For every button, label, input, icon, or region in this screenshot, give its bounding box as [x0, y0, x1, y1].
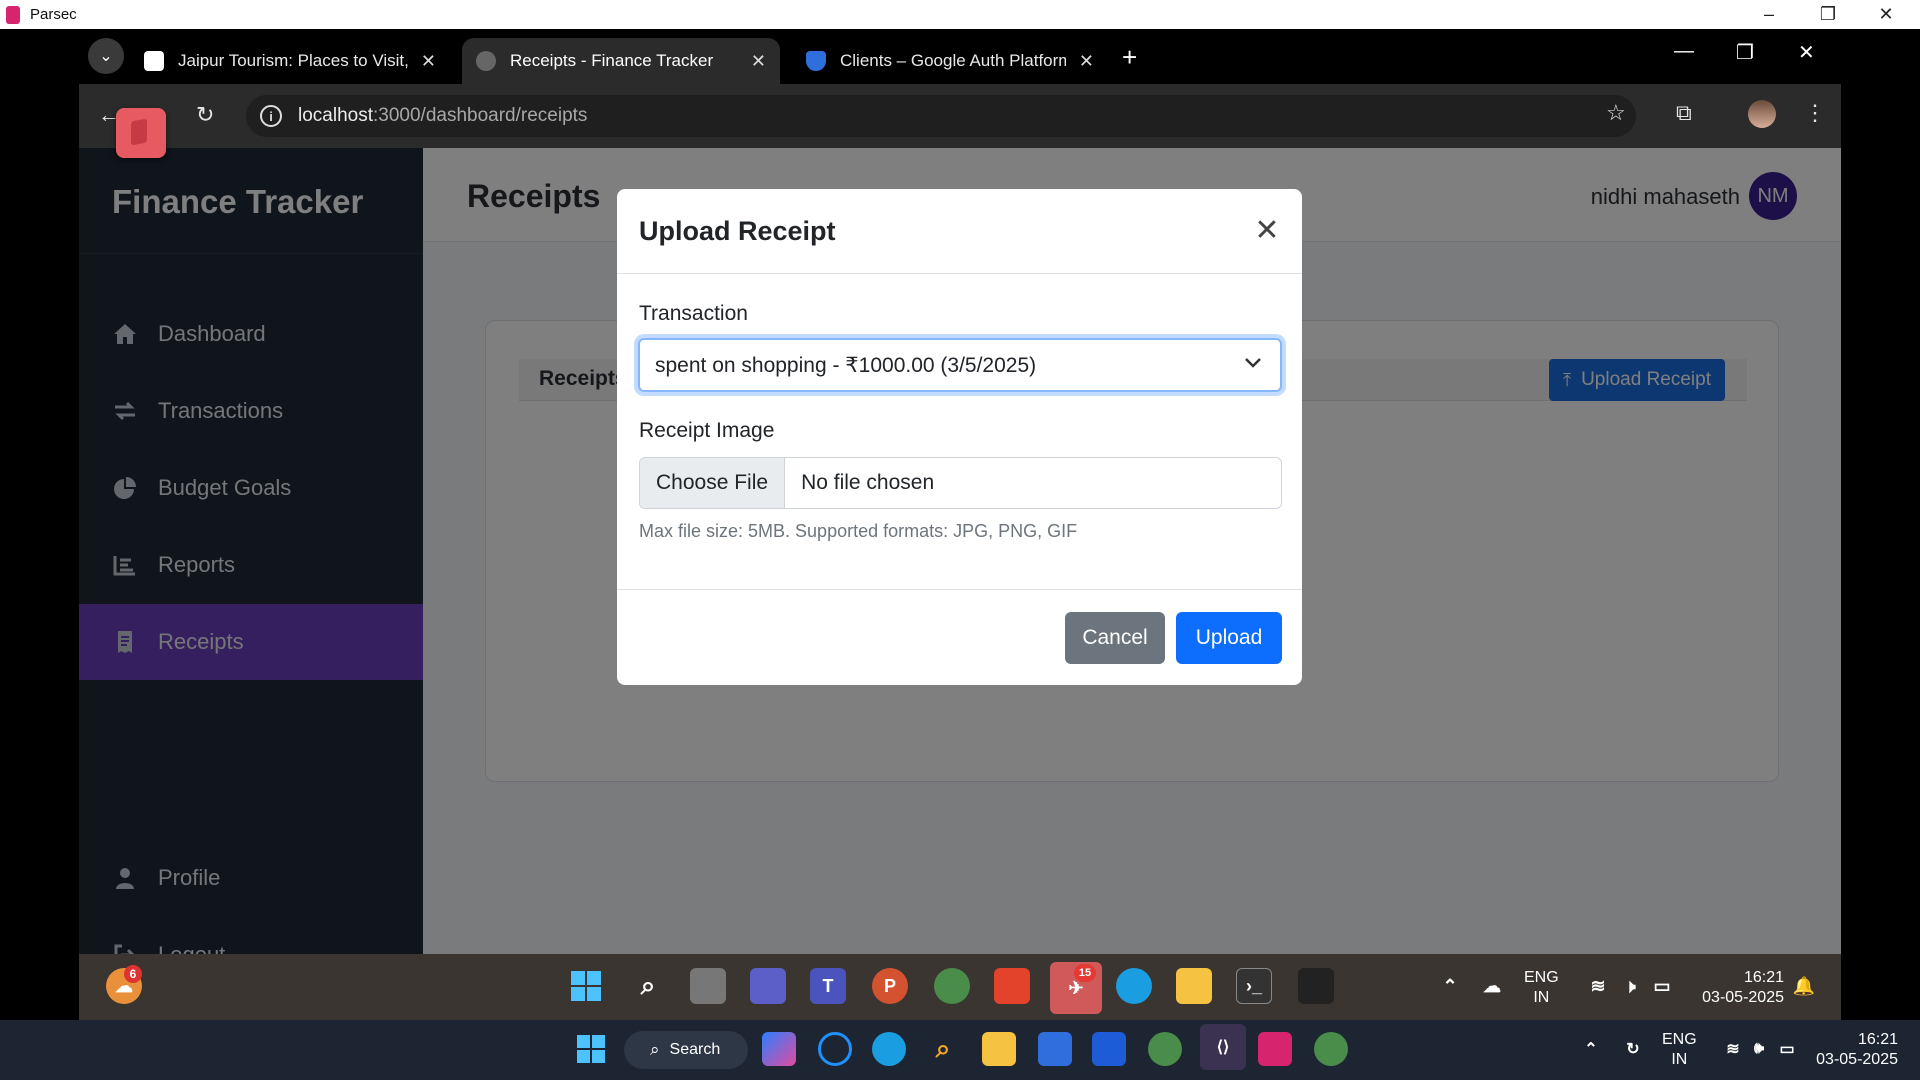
clock[interactable]: 16:21 03-05-2025 — [1692, 968, 1784, 1008]
receipt-image-label: Receipt Image — [639, 419, 775, 442]
language-indicator[interactable]: ENG IN — [1662, 1030, 1697, 1070]
tab-jaipur-tourism[interactable]: Jaipur Tourism: Places to Visit, S ✕ — [130, 38, 450, 84]
onedrive-icon[interactable]: ☁ — [1474, 968, 1510, 1004]
new-tab-button[interactable]: + — [1122, 42, 1137, 73]
site-info-icon[interactable]: i — [260, 105, 282, 127]
sync-icon[interactable]: ↻ — [1616, 1032, 1650, 1066]
file-explorer-icon[interactable] — [982, 1032, 1016, 1066]
task-view-icon[interactable] — [690, 968, 726, 1004]
parsec-title: Parsec — [30, 6, 77, 23]
terminal-icon[interactable]: ›_ — [1236, 968, 1272, 1004]
divider — [617, 589, 1302, 590]
tab-receipts[interactable]: Receipts - Finance Tracker ✕ — [462, 38, 780, 84]
extensions-icon[interactable]: ⧉ — [1676, 100, 1692, 126]
receipt-file-input[interactable]: Choose File No file chosen — [639, 457, 1282, 509]
tab-google-auth[interactable]: Clients – Google Auth Platform ✕ — [792, 38, 1108, 84]
choose-file-button[interactable]: Choose File — [640, 458, 786, 508]
edge-icon[interactable] — [872, 1032, 906, 1066]
tripadvisor-favicon-icon — [144, 51, 164, 71]
bookmark-star-icon[interactable]: ☆ — [1606, 100, 1626, 126]
file-status: No file chosen — [801, 471, 935, 494]
clock[interactable]: 16:21 03-05-2025 — [1808, 1030, 1898, 1070]
chrome-restore-button[interactable]: ❐ — [1736, 40, 1754, 65]
parsec-title-bar: Parsec – ❐ ✕ — [0, 0, 1920, 29]
app-icon[interactable] — [1092, 1032, 1126, 1066]
vscode-icon[interactable]: ⟨⟩ — [1200, 1024, 1246, 1070]
divider — [617, 273, 1302, 274]
search-icon[interactable]: ⌕ — [630, 968, 666, 1004]
chevron-down-icon — [1244, 354, 1262, 375]
file-help-text: Max file size: 5MB. Supported formats: J… — [639, 521, 1078, 541]
transaction-select[interactable]: spent on shopping - ₹1000.00 (3/5/2025) — [638, 338, 1282, 392]
tab-close-icon[interactable]: ✕ — [1079, 51, 1094, 72]
search-icon: ⌕ — [650, 1040, 660, 1059]
chrome-close-button[interactable]: ✕ — [1798, 40, 1815, 65]
chevron-up-icon[interactable]: ⌃ — [1432, 968, 1468, 1004]
weather-badge: 6 — [124, 965, 142, 983]
wifi-icon[interactable]: ≋ — [1580, 968, 1616, 1004]
notifications-icon[interactable]: 🔔 — [1786, 968, 1822, 1004]
chrome-profile-avatar[interactable] — [1748, 100, 1776, 128]
parsec-overlay-icon[interactable] — [116, 108, 166, 158]
copilot-icon[interactable] — [762, 1032, 796, 1066]
start-icon[interactable] — [568, 968, 604, 1004]
start-icon[interactable] — [574, 1032, 608, 1066]
shield-favicon-icon — [806, 51, 826, 71]
tab-search-button[interactable]: ⌄ — [88, 38, 124, 74]
volume-muted-icon[interactable]: 🕨 — [1612, 968, 1648, 1004]
upload-button[interactable]: Upload — [1176, 612, 1282, 664]
store-icon[interactable] — [1038, 1032, 1072, 1066]
address-bar[interactable]: i localhost:3000/dashboard/receipts — [246, 95, 1636, 137]
powerpoint-icon[interactable]: P — [872, 968, 908, 1004]
edge-icon[interactable] — [1116, 968, 1152, 1004]
close-icon[interactable]: ✕ — [1250, 213, 1284, 247]
cancel-button[interactable]: Cancel — [1065, 612, 1165, 664]
upload-receipt-modal: Upload Receipt ✕ Transaction spent on sh… — [617, 189, 1302, 685]
battery-icon[interactable]: ▭ — [1644, 968, 1680, 1004]
search-app-icon[interactable]: ⌕ — [926, 1032, 960, 1066]
brave-icon[interactable] — [994, 968, 1030, 1004]
telegram-badge: 15 — [1074, 964, 1096, 982]
parsec-icon[interactable] — [1258, 1032, 1292, 1066]
transaction-label: Transaction — [639, 302, 748, 325]
tab-close-icon[interactable]: ✕ — [421, 51, 436, 72]
chrome-minimize-button[interactable]: — — [1674, 40, 1694, 63]
taskbar-search[interactable]: ⌕ Search — [624, 1031, 748, 1069]
box-app-icon[interactable] — [1298, 968, 1334, 1004]
tab-close-icon[interactable]: ✕ — [751, 51, 766, 72]
battery-icon[interactable]: ▭ — [1770, 1032, 1804, 1066]
reload-icon[interactable]: ↻ — [196, 102, 214, 128]
parsec-restore-button[interactable]: ❐ — [1804, 0, 1852, 29]
file-explorer-icon[interactable] — [1176, 968, 1212, 1004]
chrome-menu-icon[interactable]: ⋮ — [1804, 100, 1826, 126]
language-indicator[interactable]: ENG IN — [1524, 968, 1559, 1008]
chrome-icon[interactable] — [1148, 1032, 1182, 1066]
chrome-icon[interactable] — [934, 968, 970, 1004]
parsec-minimize-button[interactable]: – — [1745, 0, 1793, 29]
chevron-up-icon[interactable]: ⌃ — [1574, 1032, 1608, 1066]
modal-title: Upload Receipt — [639, 216, 836, 246]
chrome-icon[interactable] — [1314, 1032, 1348, 1066]
teams-icon[interactable]: T — [810, 968, 846, 1004]
globe-favicon-icon — [476, 51, 496, 71]
meet-icon[interactable] — [750, 968, 786, 1004]
cortana-icon[interactable] — [818, 1032, 852, 1066]
url-text: localhost:3000/dashboard/receipts — [298, 105, 588, 126]
parsec-close-button[interactable]: ✕ — [1862, 0, 1910, 29]
parsec-logo-icon — [6, 5, 20, 24]
